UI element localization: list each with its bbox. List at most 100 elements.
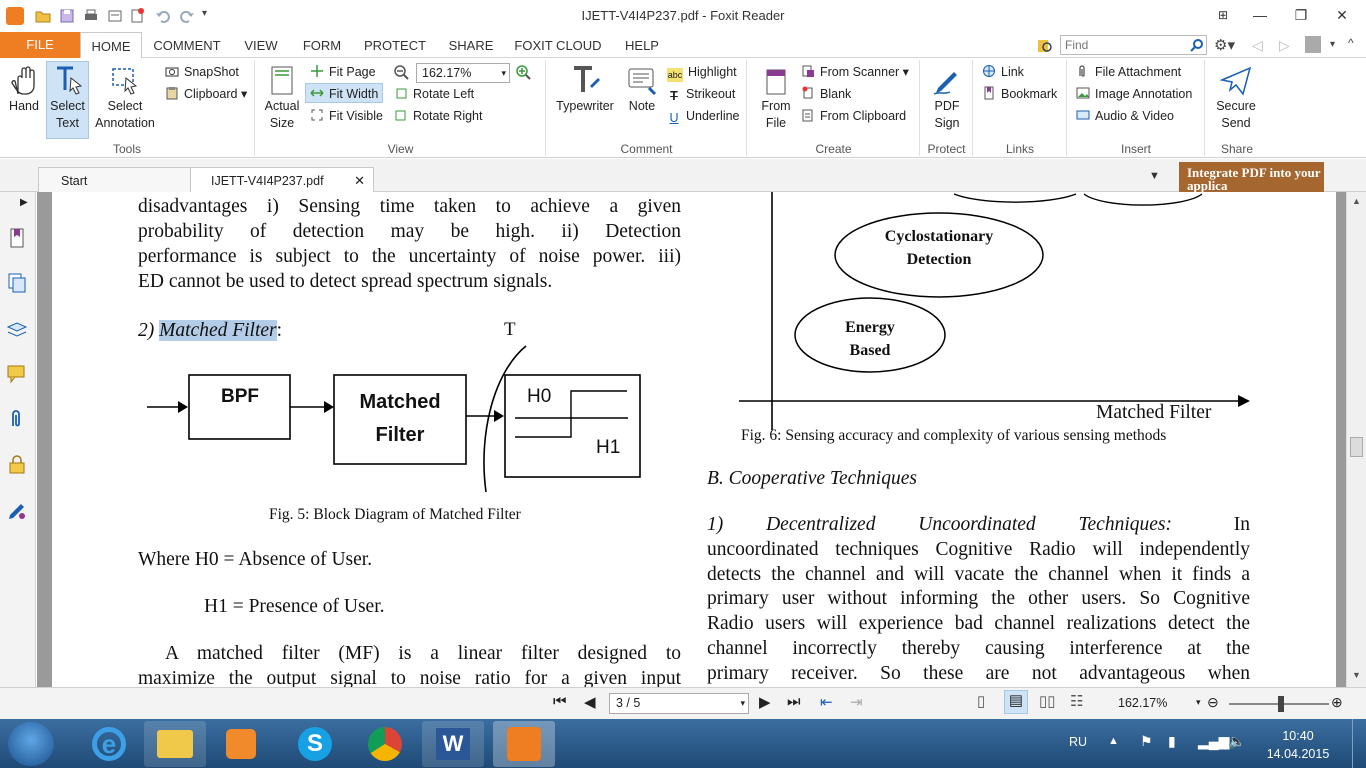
forward-arrow-icon[interactable]: ▷ (1279, 37, 1290, 54)
select-text-button[interactable]: Select Text (46, 61, 89, 139)
zoom-in-icon[interactable] (515, 64, 531, 80)
zoom-select[interactable]: 162.17% ▾ (416, 63, 510, 83)
note-button[interactable]: Note (623, 62, 661, 132)
status-zoom-value[interactable]: 162.17% (1118, 696, 1167, 710)
snapshot-button[interactable]: SnapShot (165, 62, 239, 82)
tab-foxit-cloud[interactable]: FOXIT CLOUD (508, 32, 608, 58)
collapse-ribbon-icon[interactable]: ^ (1348, 36, 1354, 50)
attachments-panel-icon[interactable] (6, 408, 28, 430)
taskbar-media-player[interactable] (210, 721, 272, 767)
show-hidden-icons-icon[interactable]: ▲ (1108, 735, 1119, 747)
security-panel-icon[interactable] (6, 453, 28, 475)
back-arrow-icon[interactable]: ◁ (1252, 37, 1263, 54)
status-zoom-out-icon[interactable]: ⊖ (1207, 694, 1219, 711)
tab-list-dropdown-icon[interactable]: ▼ (1149, 170, 1160, 182)
minimize-button[interactable]: — (1240, 4, 1280, 26)
account-dropdown-icon[interactable]: ▾ (1330, 39, 1335, 50)
expand-panel-icon[interactable]: ▶ (20, 197, 28, 208)
clock[interactable]: 10:40 14.04.2015 (1262, 727, 1334, 763)
taskbar-explorer[interactable] (144, 721, 206, 767)
link-button[interactable]: Link (982, 62, 1024, 82)
show-desktop-button[interactable] (1352, 719, 1366, 768)
last-page-icon[interactable]: ⏭ (787, 693, 801, 710)
fit-visible-button[interactable]: Fit Visible (310, 106, 383, 126)
tab-protect[interactable]: PROTECT (356, 32, 434, 58)
page-number-input[interactable]: 3 / 5 ▾ (609, 693, 749, 714)
from-scanner-button[interactable]: From Scanner ▾ (801, 62, 909, 82)
vertical-scrollbar[interactable]: ▲ ▼ (1346, 192, 1366, 687)
single-page-icon[interactable]: ▯ (977, 692, 985, 710)
zoom-out-icon[interactable] (393, 64, 409, 80)
clipboard-button[interactable]: Clipboard ▾ (165, 84, 247, 104)
hand-button[interactable]: Hand (3, 62, 45, 132)
next-page-icon[interactable]: ▶ (759, 693, 771, 711)
tab-start[interactable]: Start (38, 167, 192, 192)
network-icon[interactable]: ▂▄▆ (1198, 733, 1229, 750)
bookmark-button[interactable]: Bookmark (982, 84, 1057, 104)
highlight-button[interactable]: abc Highlight (667, 62, 737, 82)
pdf-page[interactable]: disadvantages i) Sensing time taken to a… (52, 192, 1336, 687)
bookmarks-panel-icon[interactable] (6, 227, 28, 249)
taskbar-chrome[interactable] (354, 721, 416, 767)
rotate-left-button[interactable]: Rotate Left (394, 84, 474, 104)
language-indicator[interactable]: RU (1069, 735, 1087, 749)
select-annotation-button[interactable]: Select Annotation (92, 62, 158, 132)
search-icon[interactable] (1190, 38, 1204, 52)
fit-width-button[interactable]: Fit Width (305, 83, 384, 103)
blank-button[interactable]: Blank (801, 84, 851, 104)
status-zoom-in-icon[interactable]: ⊕ (1331, 694, 1343, 711)
strikeout-button[interactable]: T Strikeout (667, 84, 735, 104)
volume-icon[interactable]: 🔈 (1228, 733, 1245, 750)
user-avatar-icon[interactable] (1305, 36, 1321, 53)
tab-view[interactable]: VIEW (234, 32, 288, 58)
tab-home[interactable]: HOME (80, 32, 142, 59)
taskbar-skype[interactable]: S (284, 721, 346, 767)
zoom-slider-handle[interactable] (1278, 696, 1284, 712)
device-icon[interactable]: ▮ (1168, 733, 1176, 750)
secure-send-button[interactable]: Secure Send (1212, 62, 1260, 138)
tab-help[interactable]: HELP (614, 32, 670, 58)
tab-form[interactable]: FORM (294, 32, 350, 58)
underline-button[interactable]: U Underline (667, 106, 739, 126)
typewriter-button[interactable]: Typewriter (551, 62, 619, 132)
file-attachment-button[interactable]: File Attachment (1076, 62, 1181, 82)
tab-comment[interactable]: COMMENT (146, 32, 228, 58)
scrollbar-thumb[interactable] (1350, 437, 1363, 457)
actual-size-button[interactable]: Actual Size (260, 62, 304, 138)
from-clipboard-button[interactable]: From Clipboard (801, 106, 906, 126)
ad-banner[interactable]: Integrate PDF into your applica (1179, 162, 1324, 192)
audio-video-button[interactable]: Audio & Video (1076, 106, 1174, 126)
action-center-icon[interactable]: ⚑ (1140, 733, 1153, 750)
facing-pages-icon[interactable]: ▯▯ (1039, 692, 1056, 710)
taskbar-internet-explorer[interactable]: e (78, 721, 140, 767)
first-page-icon[interactable]: ⏮ (553, 693, 567, 710)
search-input[interactable]: Find (1060, 35, 1207, 55)
zoom-dropdown-icon[interactable]: ▾ (1196, 697, 1201, 708)
tab-document[interactable]: IJETT-V4I4P237.pdf ✕ (190, 167, 374, 192)
scroll-down-icon[interactable]: ▼ (1352, 670, 1361, 680)
find-options-icon[interactable] (1036, 37, 1054, 55)
tab-share[interactable]: SHARE (440, 32, 502, 58)
image-annotation-button[interactable]: Image Annotation (1076, 84, 1192, 104)
from-file-button[interactable]: From File (756, 62, 796, 138)
pages-panel-icon[interactable] (6, 272, 28, 294)
comments-panel-icon[interactable] (6, 363, 28, 385)
continuous-facing-icon[interactable]: ☷ (1070, 692, 1083, 710)
previous-page-icon[interactable]: ◀ (584, 693, 596, 711)
gear-icon[interactable]: ⚙▾ (1214, 36, 1235, 54)
close-window-button[interactable]: ✕ (1322, 4, 1362, 26)
fit-page-button[interactable]: Fit Page (310, 62, 376, 82)
continuous-page-icon[interactable]: ▤ (1004, 690, 1028, 714)
start-button[interactable] (8, 722, 54, 766)
pdf-sign-button[interactable]: PDF Sign (925, 62, 969, 138)
maximize-button[interactable]: ❐ (1281, 4, 1321, 26)
file-tab[interactable]: FILE (0, 32, 80, 58)
previous-view-icon[interactable]: ⇤ (820, 693, 833, 711)
next-view-icon[interactable]: ⇥ (850, 693, 863, 711)
close-tab-icon[interactable]: ✕ (354, 168, 365, 194)
ribbon-display-icon[interactable]: ⊞ (1203, 4, 1243, 26)
layers-panel-icon[interactable] (6, 319, 28, 341)
taskbar-foxit-reader[interactable] (493, 721, 555, 767)
signatures-panel-icon[interactable] (6, 499, 28, 521)
taskbar-word[interactable]: W (422, 721, 484, 767)
